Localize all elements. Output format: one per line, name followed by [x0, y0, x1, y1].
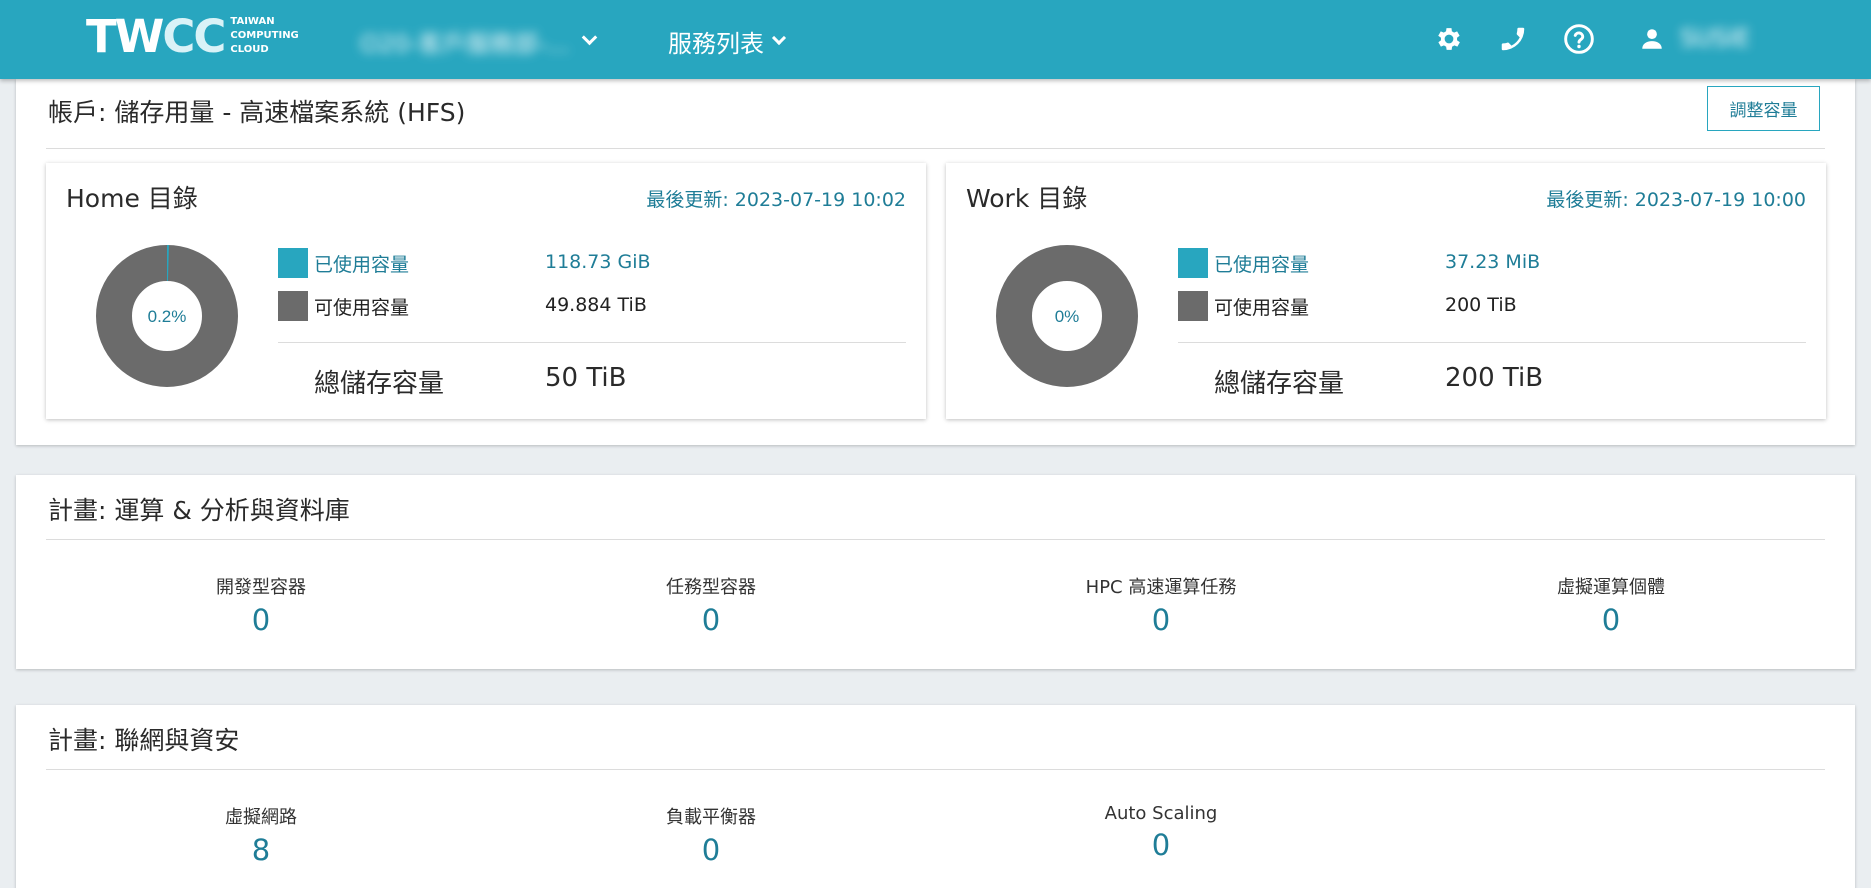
services-menu[interactable]: 服務列表: [668, 24, 787, 59]
work-usage-donut: 0%: [996, 245, 1138, 387]
top-navbar: TWCC TAIWAN COMPUTING CLOUD O20-客戶服務部-..…: [0, 0, 1871, 79]
compute-title: 計畫: 運算 & 分析與資料庫: [48, 496, 350, 525]
storage-title: 帳戶: 儲存用量 - 高速檔案系統 (HFS): [48, 98, 466, 127]
stat-value[interactable]: 0: [1491, 603, 1731, 637]
stat-value[interactable]: 0: [1041, 603, 1281, 637]
user-name[interactable]: SUSIE: [1680, 24, 1750, 52]
work-available-legend: 可使用容量: [1178, 291, 1309, 321]
work-available-value: 200 TiB: [1445, 294, 1517, 316]
stat-value[interactable]: 0: [591, 833, 831, 867]
stat-label: 虛擬網路: [225, 807, 297, 828]
work-used-legend: 已使用容量: [1178, 248, 1309, 278]
stat-value[interactable]: 8: [141, 833, 381, 867]
home-available-legend: 可使用容量: [278, 291, 409, 321]
stat-hpc-job[interactable]: HPC 高速運算任務 0: [1041, 573, 1281, 637]
phone-icon[interactable]: [1496, 22, 1530, 56]
work-last-updated: 最後更新: 2023-07-19 10:00: [1546, 189, 1806, 211]
available-swatch: [278, 291, 308, 321]
stat-auto-scaling[interactable]: Auto Scaling 0: [1041, 803, 1281, 862]
stat-label: 負載平衡器: [666, 807, 756, 828]
stat-value[interactable]: 0: [591, 603, 831, 637]
work-used-label: 已使用容量: [1214, 253, 1310, 276]
stat-label: 開發型容器: [216, 577, 306, 598]
home-divider: [278, 342, 906, 343]
work-divider: [1178, 342, 1806, 343]
gear-icon[interactable]: [1432, 22, 1466, 56]
project-name: O20-客戶服務部-...: [360, 30, 570, 58]
logo-subtitle: TAIWAN COMPUTING CLOUD: [230, 16, 299, 55]
chevron-down-icon: [581, 29, 597, 46]
storage-divider: [46, 148, 1825, 149]
home-used-label: 已使用容量: [314, 253, 410, 276]
storage-card: 帳戶: 儲存用量 - 高速檔案系統 (HFS) 調整容量 Home 目錄 最後更…: [16, 79, 1855, 445]
compute-card: 計畫: 運算 & 分析與資料庫 開發型容器 0 任務型容器 0 HPC 高速運算…: [16, 475, 1855, 669]
work-directory-card: Work 目錄 最後更新: 2023-07-19 10:00 0% 已使用容量 …: [946, 163, 1826, 419]
used-swatch: [278, 248, 308, 278]
stat-value[interactable]: 0: [141, 603, 381, 637]
chevron-down-icon: [771, 30, 787, 45]
home-used-legend: 已使用容量: [278, 248, 409, 278]
stat-dev-container[interactable]: 開發型容器 0: [141, 573, 381, 637]
work-title: Work 目錄: [966, 184, 1088, 213]
stat-virtual-compute[interactable]: 虛擬運算個體 0: [1491, 573, 1731, 637]
stat-label: 任務型容器: [666, 577, 756, 598]
home-available-label: 可使用容量: [314, 296, 410, 319]
home-used-value: 118.73 GiB: [545, 251, 651, 273]
work-percent: 0%: [1055, 307, 1080, 326]
used-swatch: [1178, 248, 1208, 278]
available-swatch: [1178, 291, 1208, 321]
home-usage-donut: 0.2%: [96, 245, 238, 387]
adjust-capacity-button[interactable]: 調整容量: [1707, 86, 1820, 131]
stat-label: HPC 高速運算任務: [1085, 577, 1237, 598]
stat-task-container[interactable]: 任務型容器 0: [591, 573, 831, 637]
work-used-value: 37.23 MiB: [1445, 251, 1541, 273]
stat-virtual-network[interactable]: 虛擬網路 8: [141, 803, 381, 867]
stat-value[interactable]: 0: [1041, 828, 1281, 862]
home-percent: 0.2%: [148, 307, 187, 326]
home-total-value: 50 TiB: [545, 363, 627, 393]
work-total-label: 總儲存容量: [1214, 369, 1345, 399]
home-last-updated: 最後更新: 2023-07-19 10:02: [646, 189, 906, 211]
home-available-value: 49.884 TiB: [545, 294, 647, 316]
twcc-logo[interactable]: TWCC TAIWAN COMPUTING CLOUD: [86, 9, 299, 63]
stat-label: Auto Scaling: [1104, 803, 1218, 824]
user-icon[interactable]: [1635, 22, 1669, 56]
network-divider: [46, 769, 1825, 770]
home-directory-card: Home 目錄 最後更新: 2023-07-19 10:02 0.2% 已使用容…: [46, 163, 926, 419]
network-title: 計畫: 聯網與資安: [48, 726, 240, 755]
network-card: 計畫: 聯網與資安 虛擬網路 8 負載平衡器 0 Auto Scaling 0: [16, 705, 1855, 888]
logo-wordmark: TWCC: [86, 9, 226, 63]
work-total-value: 200 TiB: [1445, 363, 1544, 393]
project-selector[interactable]: O20-客戶服務部-...: [360, 24, 597, 59]
compute-divider: [46, 539, 1825, 540]
home-title: Home 目錄: [66, 184, 198, 213]
work-available-label: 可使用容量: [1214, 296, 1310, 319]
home-total-label: 總儲存容量: [314, 369, 445, 399]
services-menu-label: 服務列表: [668, 30, 764, 58]
stat-label: 虛擬運算個體: [1557, 577, 1665, 598]
help-icon[interactable]: [1562, 22, 1596, 56]
stat-load-balancer[interactable]: 負載平衡器 0: [591, 803, 831, 867]
